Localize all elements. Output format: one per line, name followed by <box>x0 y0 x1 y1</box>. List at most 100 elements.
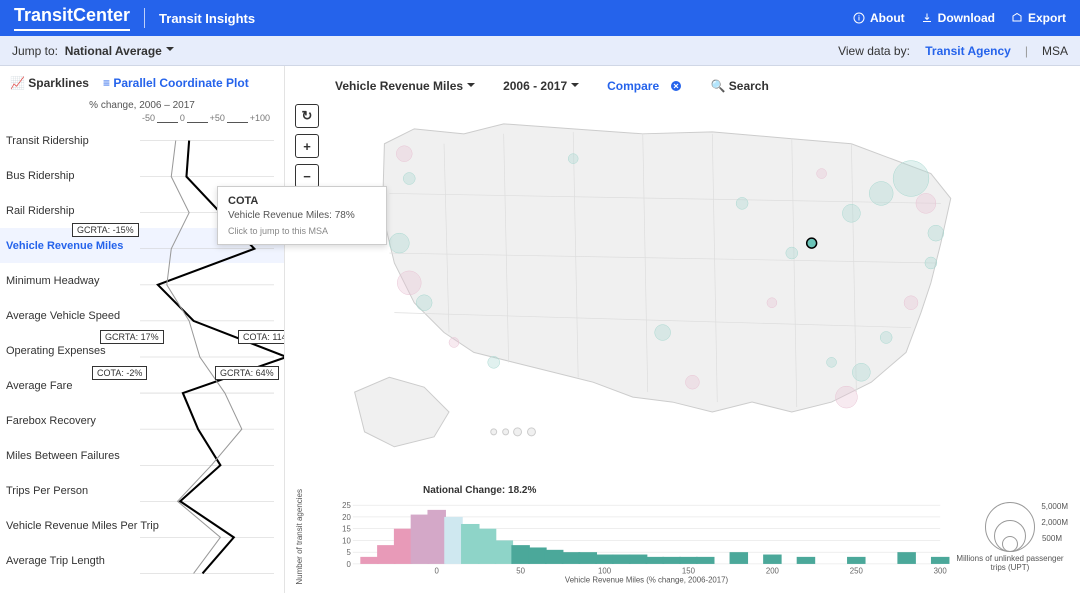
compare-button[interactable]: Compare <box>607 79 682 93</box>
download-link[interactable]: Download <box>921 11 995 25</box>
histogram-bar[interactable] <box>679 557 697 564</box>
brand-logo[interactable]: TransitCenter <box>14 5 130 31</box>
badge-gcrta-vrm[interactable]: GCRTA: -15% <box>72 223 139 237</box>
metric-row-minimum-headway[interactable]: Minimum Headway <box>0 263 284 298</box>
tab-sparklines[interactable]: 📈 Sparklines <box>10 76 89 90</box>
histogram-bar[interactable] <box>797 557 815 564</box>
pcp-axis-title: % change, 2006 – 2017 <box>0 100 284 111</box>
map-tooltip[interactable]: COTA Vehicle Revenue Miles: 78% Click to… <box>217 186 387 245</box>
year-range-dropdown[interactable]: 2006 - 2017 <box>503 79 579 93</box>
agency-dot[interactable] <box>416 295 432 311</box>
histogram-bar[interactable] <box>427 510 445 564</box>
about-link[interactable]: iAbout <box>853 11 905 25</box>
histogram-bar[interactable] <box>629 555 647 564</box>
svg-text:100: 100 <box>598 567 612 576</box>
metric-row-vehicle-revenue-miles-per-trip[interactable]: Vehicle Revenue Miles Per Trip <box>0 508 284 543</box>
metric-dropdown[interactable]: Vehicle Revenue Miles <box>335 79 475 93</box>
view-by-agency[interactable]: Transit Agency <box>925 44 1011 58</box>
agency-dot[interactable] <box>904 296 918 310</box>
svg-text:0: 0 <box>346 560 351 569</box>
histogram-bar[interactable] <box>444 517 462 564</box>
histogram-bar[interactable] <box>931 557 949 564</box>
histogram-bar[interactable] <box>528 547 546 563</box>
agency-dot[interactable] <box>817 169 827 179</box>
histogram-bar[interactable] <box>377 545 395 564</box>
svg-text:50: 50 <box>516 567 525 576</box>
map[interactable]: ↻ + − <box>295 104 1070 483</box>
agency-dot[interactable] <box>916 193 936 213</box>
agency-dot[interactable] <box>842 204 860 222</box>
agency-dot[interactable] <box>488 356 500 368</box>
metric-row-average-trip-length[interactable]: Average Trip Length <box>0 543 284 578</box>
reset-view-button[interactable]: ↻ <box>295 104 319 128</box>
tooltip-title: COTA <box>228 195 376 207</box>
zoom-in-button[interactable]: + <box>295 134 319 158</box>
agency-dot[interactable] <box>389 233 409 253</box>
agency-dot[interactable] <box>925 257 937 269</box>
histogram-bar[interactable] <box>763 555 781 564</box>
us-map-svg <box>295 104 1070 482</box>
agency-dot[interactable] <box>827 357 837 367</box>
divider: | <box>1025 44 1028 58</box>
histogram-bar[interactable] <box>411 515 429 564</box>
histogram-bar[interactable] <box>730 552 748 564</box>
agency-dot[interactable] <box>736 197 748 209</box>
svg-text:150: 150 <box>682 567 696 576</box>
histogram-bar[interactable] <box>579 552 597 564</box>
metric-row-miles-between-failures[interactable]: Miles Between Failures <box>0 438 284 473</box>
metric-row-farebox-recovery[interactable]: Farebox Recovery <box>0 403 284 438</box>
histogram-bar[interactable] <box>612 555 630 564</box>
pcp-axis-ticks: -500+50+100 <box>0 113 284 123</box>
histogram-bar[interactable] <box>360 557 378 564</box>
agency-dot[interactable] <box>767 298 777 308</box>
zoom-out-button[interactable]: − <box>295 164 319 188</box>
histogram-bar[interactable] <box>646 557 664 564</box>
view-data-label: View data by: <box>838 44 910 58</box>
histogram-bar[interactable] <box>595 555 613 564</box>
histogram-bar[interactable] <box>562 552 580 564</box>
agency-dot[interactable] <box>396 146 412 162</box>
histogram-bar[interactable] <box>461 524 479 564</box>
histogram-bar[interactable] <box>897 552 915 564</box>
agency-dot[interactable] <box>869 182 893 206</box>
histogram-bar[interactable] <box>495 540 513 563</box>
divider <box>144 8 145 28</box>
agency-dot[interactable] <box>880 332 892 344</box>
agency-dot[interactable] <box>786 247 798 259</box>
search-button[interactable]: 🔍 Search <box>710 79 768 93</box>
svg-text:250: 250 <box>850 567 864 576</box>
agency-dot[interactable] <box>893 161 929 197</box>
badge-cota-fare[interactable]: COTA: -2% <box>92 366 147 380</box>
badge-cota-opex[interactable]: COTA: 114% <box>238 330 284 344</box>
agency-dot[interactable] <box>397 271 421 295</box>
histogram: Number of transit agencies National Chan… <box>295 487 1070 587</box>
agency-dot[interactable] <box>403 173 415 185</box>
histogram-bar[interactable] <box>847 557 865 564</box>
view-by-msa[interactable]: MSA <box>1042 44 1068 58</box>
metric-row-transit-ridership[interactable]: Transit Ridership <box>0 123 284 158</box>
agency-dot[interactable] <box>655 325 671 341</box>
metric-row-average-vehicle-speed[interactable]: Average Vehicle Speed <box>0 298 284 333</box>
selected-agency-dot[interactable] <box>807 238 817 248</box>
agency-dot[interactable] <box>836 386 858 408</box>
badge-gcrta-farebox[interactable]: GCRTA: 64% <box>215 366 279 380</box>
agency-dot[interactable] <box>685 375 699 389</box>
badge-gcrta-opex[interactable]: GCRTA: 17% <box>100 330 164 344</box>
export-link[interactable]: Export <box>1011 11 1066 25</box>
histogram-bar[interactable] <box>696 557 714 564</box>
histogram-bar[interactable] <box>662 557 680 564</box>
histogram-bar[interactable] <box>478 529 496 564</box>
download-icon <box>921 12 933 24</box>
jump-to-select[interactable]: National Average <box>65 44 174 58</box>
agency-dot[interactable] <box>568 154 578 164</box>
agency-dot[interactable] <box>449 337 459 347</box>
tooltip-hint: Click to jump to this MSA <box>228 226 376 236</box>
right-panel: COTA Vehicle Revenue Miles: 78% Click to… <box>285 66 1080 593</box>
tab-parallel-coordinate[interactable]: ≡ Parallel Coordinate Plot <box>103 76 249 90</box>
histogram-bar[interactable] <box>545 550 563 564</box>
metric-row-trips-per-person[interactable]: Trips Per Person <box>0 473 284 508</box>
agency-dot[interactable] <box>928 225 944 241</box>
histogram-bar[interactable] <box>511 545 529 564</box>
histogram-bar[interactable] <box>394 529 412 564</box>
agency-dot[interactable] <box>852 363 870 381</box>
